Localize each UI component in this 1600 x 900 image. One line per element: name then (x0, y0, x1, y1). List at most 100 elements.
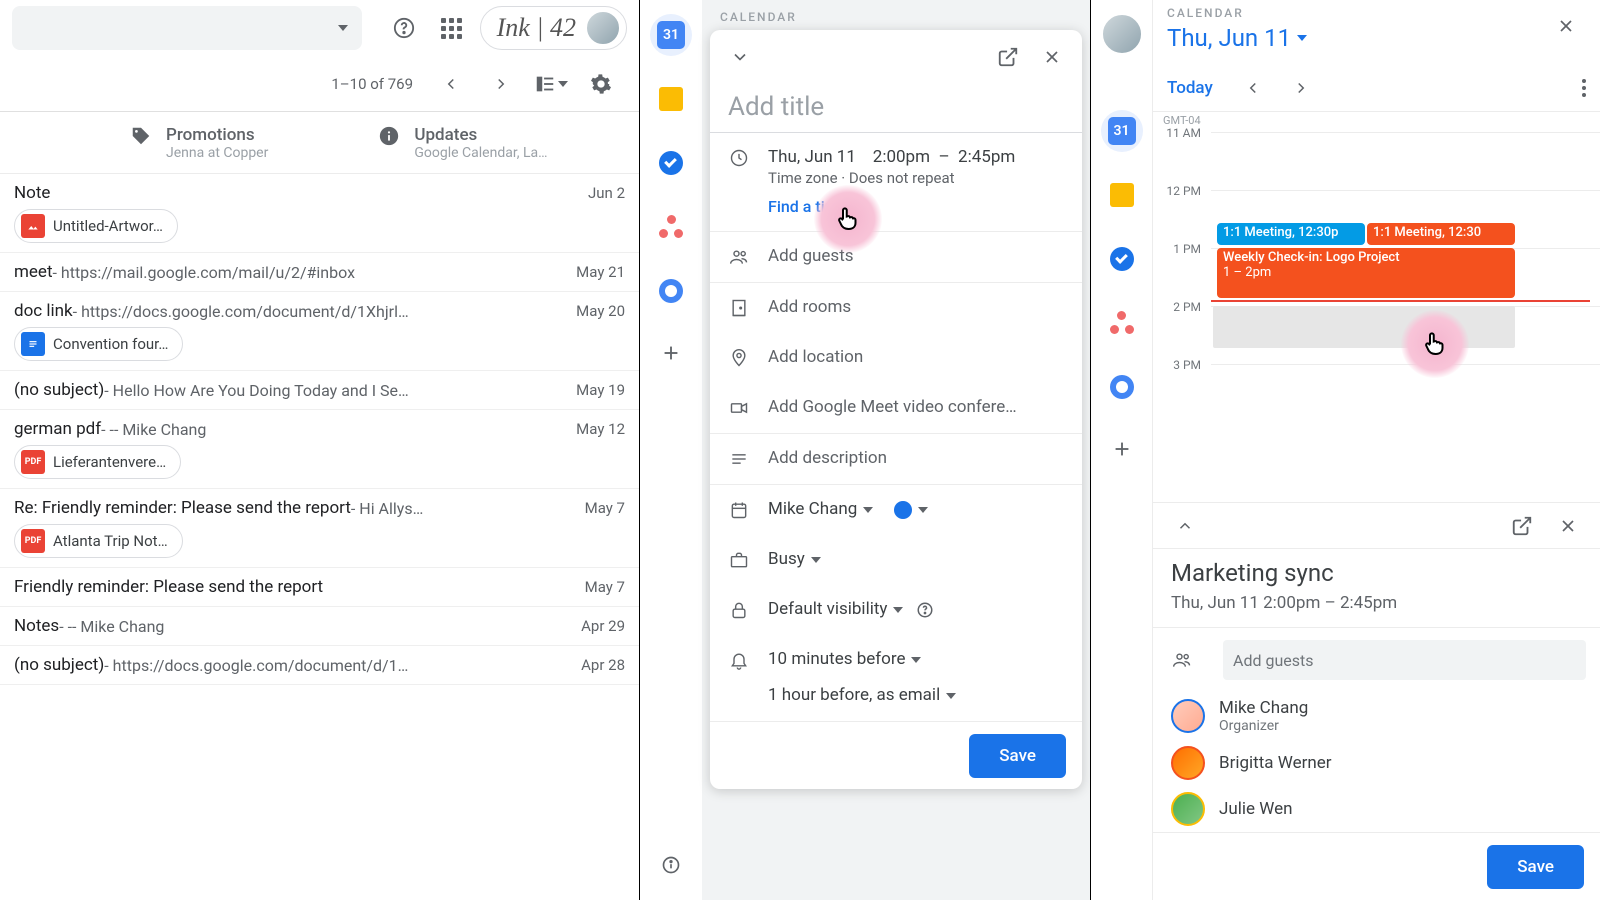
asana-app-icon[interactable] (650, 206, 692, 248)
pointer-hand-icon (1420, 329, 1450, 359)
help-icon[interactable] (916, 601, 934, 619)
message-row[interactable]: german pdf - -- Mike ChangMay 12PDFLiefe… (0, 410, 639, 489)
guest-row[interactable]: Mike ChangOrganizer (1153, 692, 1600, 740)
visibility-select[interactable]: Default visibility (768, 599, 1064, 619)
attachment-chip[interactable]: PDFAtlanta Trip Not… (14, 524, 183, 558)
add-rooms-field[interactable]: Add rooms (768, 297, 1064, 317)
info-rail-icon[interactable] (650, 844, 692, 886)
attachment-chip[interactable]: Untitled-Artwor… (14, 209, 178, 243)
close-panel-button[interactable] (1032, 37, 1072, 77)
guest-row[interactable]: Brigitta Werner (1153, 740, 1600, 786)
guest-name: Brigitta Werner (1219, 753, 1332, 773)
video-icon (728, 397, 750, 419)
message-row[interactable]: doc link - https://docs.google.com/docum… (0, 292, 639, 371)
calendar-owner-select[interactable]: Mike Chang (768, 499, 1064, 519)
guest-name: Julie Wen (1219, 799, 1292, 819)
cursor-highlight (1401, 310, 1469, 378)
prev-page-button[interactable] (431, 64, 471, 104)
attachment-chip[interactable]: Convention four… (14, 327, 183, 361)
event-block[interactable]: Weekly Check-in: Logo Project1 – 2pm (1217, 248, 1515, 298)
tab-subtitle: Google Calendar, La… (414, 145, 547, 161)
tab-updates[interactable]: Updates Google Calendar, La… (378, 125, 547, 161)
message-row[interactable]: NoteJun 2Untitled-Artwor… (0, 174, 639, 253)
expand-sheet-button[interactable] (1165, 506, 1205, 546)
time-selection[interactable] (1213, 306, 1515, 348)
settings-icon[interactable] (581, 64, 621, 104)
search-dropdown[interactable] (12, 6, 362, 50)
notification-select-2[interactable]: 1 hour before, as email (768, 685, 1064, 705)
description-icon (728, 448, 750, 470)
event-block[interactable]: 1:1 Meeting, 12:30p (1217, 223, 1365, 245)
tasks-app-icon[interactable] (650, 142, 692, 184)
close-sheet-button[interactable] (1548, 506, 1588, 546)
density-icon[interactable] (531, 64, 571, 104)
location-icon (728, 347, 750, 369)
keep-app-icon[interactable] (1101, 174, 1143, 216)
add-meet-field[interactable]: Add Google Meet video confere… (768, 397, 1064, 417)
message-row[interactable]: meet - https://mail.google.com/mail/u/2/… (0, 253, 639, 292)
add-guests-field[interactable]: Add guests (768, 246, 1064, 266)
message-row[interactable]: Re: Friendly reminder: Please send the r… (0, 489, 639, 568)
open-external-icon[interactable] (988, 37, 1028, 77)
close-panel-button[interactable] (1546, 6, 1586, 46)
message-title: Notes (14, 616, 59, 636)
hour-label: 12 PM (1153, 184, 1211, 242)
message-date: May 21 (576, 263, 625, 281)
hour-label: 3 PM (1153, 358, 1211, 416)
open-external-icon[interactable] (1502, 506, 1542, 546)
message-date: May 7 (585, 499, 625, 517)
message-row[interactable]: (no subject) - https://docs.google.com/d… (0, 646, 639, 685)
apps-grid-icon[interactable] (432, 8, 472, 48)
message-row[interactable]: (no subject) - Hello How Are You Doing T… (0, 371, 639, 410)
help-icon[interactable] (384, 8, 424, 48)
message-title: Note (14, 183, 50, 203)
tasks-app-icon[interactable] (1101, 238, 1143, 280)
message-list: NoteJun 2Untitled-Artwor…meet - https://… (0, 174, 639, 900)
add-guests-input[interactable]: Add guests (1223, 640, 1586, 680)
addon-app-icon[interactable] (650, 270, 692, 312)
guest-avatar (1171, 699, 1205, 733)
calendar-app-icon[interactable]: 31 (1101, 110, 1143, 152)
event-tz-repeat[interactable]: Time zone · Does not repeat (768, 169, 1064, 187)
avatar[interactable] (586, 11, 620, 45)
add-location-field[interactable]: Add location (768, 347, 1064, 367)
hour-label: 1 PM (1153, 242, 1211, 300)
add-addon-button[interactable] (1101, 430, 1143, 472)
event-title-input[interactable]: Add title (710, 84, 1082, 133)
more-menu-icon[interactable] (1582, 79, 1586, 97)
add-addon-button[interactable] (650, 334, 692, 376)
save-button[interactable]: Save (1487, 845, 1584, 889)
event-datetime-row[interactable]: Thu, Jun 11 2:00pm – 2:45pm (768, 147, 1064, 167)
day-date-select[interactable]: Thu, Jun 11 (1167, 24, 1307, 52)
collapse-panel-button[interactable] (720, 37, 760, 77)
clock-icon (728, 147, 750, 169)
room-icon (728, 297, 750, 319)
day-grid[interactable]: GMT-04 11 AM 12 PM 1 PM 2 PM 3 PM 1:1 Me… (1153, 112, 1600, 502)
image-icon (21, 214, 45, 238)
prev-day-button[interactable] (1233, 68, 1273, 108)
message-row[interactable]: Friendly reminder: Please send the repor… (0, 568, 639, 607)
caret-down-icon (338, 25, 348, 31)
tag-icon (130, 125, 152, 147)
keep-app-icon[interactable] (650, 78, 692, 120)
guest-name: Mike Chang (1219, 698, 1308, 718)
notification-select-1[interactable]: 10 minutes before (768, 649, 1064, 669)
add-description-field[interactable]: Add description (768, 448, 1064, 468)
asana-app-icon[interactable] (1101, 302, 1143, 344)
message-row[interactable]: Notes - -- Mike ChangApr 29 (0, 607, 639, 646)
availability-select[interactable]: Busy (768, 549, 1064, 569)
avatar[interactable] (1102, 14, 1142, 54)
next-day-button[interactable] (1281, 68, 1321, 108)
attachment-chip[interactable]: PDFLieferantenvere… (14, 445, 181, 479)
save-button[interactable]: Save (969, 734, 1066, 778)
event-block[interactable]: 1:1 Meeting, 12:30 (1367, 223, 1515, 245)
message-date: May 12 (576, 420, 625, 438)
today-button[interactable]: Today (1167, 78, 1213, 98)
next-page-button[interactable] (481, 64, 521, 104)
message-title: Re: Friendly reminder: Please send the r… (14, 498, 351, 518)
briefcase-icon (728, 549, 750, 571)
calendar-app-icon[interactable]: 31 (650, 14, 692, 56)
addon-app-icon[interactable] (1101, 366, 1143, 408)
guest-row[interactable]: Julie Wen (1153, 786, 1600, 832)
tab-promotions[interactable]: Promotions Jenna at Copper (130, 125, 268, 161)
